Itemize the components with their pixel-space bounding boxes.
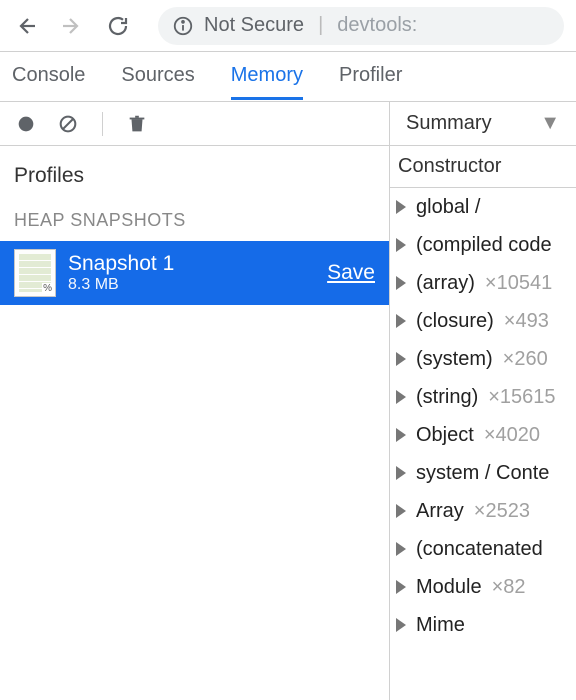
expand-triangle-icon[interactable]: [396, 466, 406, 480]
constructor-row[interactable]: system / Conte: [390, 454, 576, 492]
constructor-row[interactable]: (system) ×260: [390, 340, 576, 378]
constructor-name: (array): [416, 272, 475, 295]
constructor-name: (closure): [416, 310, 494, 333]
record-icon: [15, 113, 37, 135]
url-bar[interactable]: Not Secure | devtools:: [158, 7, 564, 45]
url-separator: |: [318, 14, 323, 37]
expand-triangle-icon[interactable]: [396, 200, 406, 214]
constructor-name: Module: [416, 576, 482, 599]
memory-toolbar: [0, 102, 389, 146]
constructor-count: ×260: [503, 348, 548, 371]
snapshot-title: Snapshot 1: [68, 252, 315, 276]
tab-profiler[interactable]: Profiler: [339, 54, 402, 100]
clear-button[interactable]: [56, 112, 80, 136]
heap-snapshots-section: HEAP SNAPSHOTS: [0, 196, 389, 241]
constructor-count: ×4020: [484, 424, 540, 447]
back-button[interactable]: [12, 12, 40, 40]
devtools-tabs: Console Sources Memory Profiler: [0, 52, 576, 102]
constructor-name: (compiled code: [416, 234, 552, 257]
expand-triangle-icon[interactable]: [396, 314, 406, 328]
expand-triangle-icon[interactable]: [396, 504, 406, 518]
constructor-name: (concatenated: [416, 538, 543, 561]
arrow-right-icon: [60, 14, 84, 38]
summary-dropdown[interactable]: Summary ▼: [390, 102, 576, 146]
constructor-row[interactable]: Object ×4020: [390, 416, 576, 454]
constructor-row[interactable]: (string) ×15615: [390, 378, 576, 416]
chevron-down-icon: ▼: [540, 112, 560, 135]
constructor-row[interactable]: global /: [390, 188, 576, 226]
constructor-name: Object: [416, 424, 474, 447]
expand-triangle-icon[interactable]: [396, 276, 406, 290]
expand-triangle-icon[interactable]: [396, 352, 406, 366]
expand-triangle-icon[interactable]: [396, 238, 406, 252]
forward-button[interactable]: [58, 12, 86, 40]
constructor-row[interactable]: Mime: [390, 606, 576, 644]
trash-icon: [126, 113, 148, 135]
save-link[interactable]: Save: [327, 261, 375, 285]
expand-triangle-icon[interactable]: [396, 618, 406, 632]
snapshot-item[interactable]: % Snapshot 1 8.3 MB Save: [0, 241, 389, 305]
constructor-row[interactable]: (array) ×10541: [390, 264, 576, 302]
constructor-row[interactable]: (concatenated: [390, 530, 576, 568]
record-button[interactable]: [14, 112, 38, 136]
right-pane: Summary ▼ Constructor global / (compiled …: [390, 102, 576, 700]
snapshot-size: 8.3 MB: [68, 276, 315, 294]
constructor-count: ×15615: [488, 386, 555, 409]
constructor-name: (string): [416, 386, 478, 409]
constructor-count: ×2523: [474, 500, 530, 523]
profiles-header: Profiles: [0, 146, 389, 196]
constructor-tree: global / (compiled code (array) ×10541 (clos…: [390, 188, 576, 700]
info-icon: [172, 15, 194, 37]
security-status: Not Secure: [204, 14, 304, 37]
arrow-left-icon: [14, 14, 38, 38]
expand-triangle-icon[interactable]: [396, 390, 406, 404]
constructor-row[interactable]: Array ×2523: [390, 492, 576, 530]
constructor-name: Mime: [416, 614, 465, 637]
constructor-header: Constructor: [390, 146, 576, 188]
constructor-count: ×493: [504, 310, 549, 333]
url-text: devtools:: [337, 14, 417, 37]
constructor-row[interactable]: (closure) ×493: [390, 302, 576, 340]
constructor-count: ×82: [492, 576, 526, 599]
tab-console[interactable]: Console: [12, 54, 85, 100]
constructor-count: ×10541: [485, 272, 552, 295]
expand-triangle-icon[interactable]: [396, 542, 406, 556]
expand-triangle-icon[interactable]: [396, 428, 406, 442]
constructor-name: Array: [416, 500, 464, 523]
constructor-name: system / Conte: [416, 462, 549, 485]
snapshot-file-icon: %: [14, 249, 56, 297]
clear-icon: [57, 113, 79, 135]
tab-sources[interactable]: Sources: [121, 54, 194, 100]
constructor-row[interactable]: (compiled code: [390, 226, 576, 264]
toolbar-separator: [102, 112, 103, 136]
constructor-row[interactable]: Module ×82: [390, 568, 576, 606]
constructor-name: global /: [416, 196, 481, 219]
tab-memory[interactable]: Memory: [231, 54, 303, 100]
reload-icon: [106, 14, 130, 38]
memory-panel: Profiles HEAP SNAPSHOTS % Snapshot 1 8.3…: [0, 102, 576, 700]
snapshot-text: Snapshot 1 8.3 MB: [68, 252, 315, 294]
browser-toolbar: Not Secure | devtools:: [0, 0, 576, 52]
delete-button[interactable]: [125, 112, 149, 136]
expand-triangle-icon[interactable]: [396, 580, 406, 594]
left-pane: Profiles HEAP SNAPSHOTS % Snapshot 1 8.3…: [0, 102, 390, 700]
reload-button[interactable]: [104, 12, 132, 40]
summary-label: Summary: [406, 112, 492, 135]
constructor-name: (system): [416, 348, 493, 371]
